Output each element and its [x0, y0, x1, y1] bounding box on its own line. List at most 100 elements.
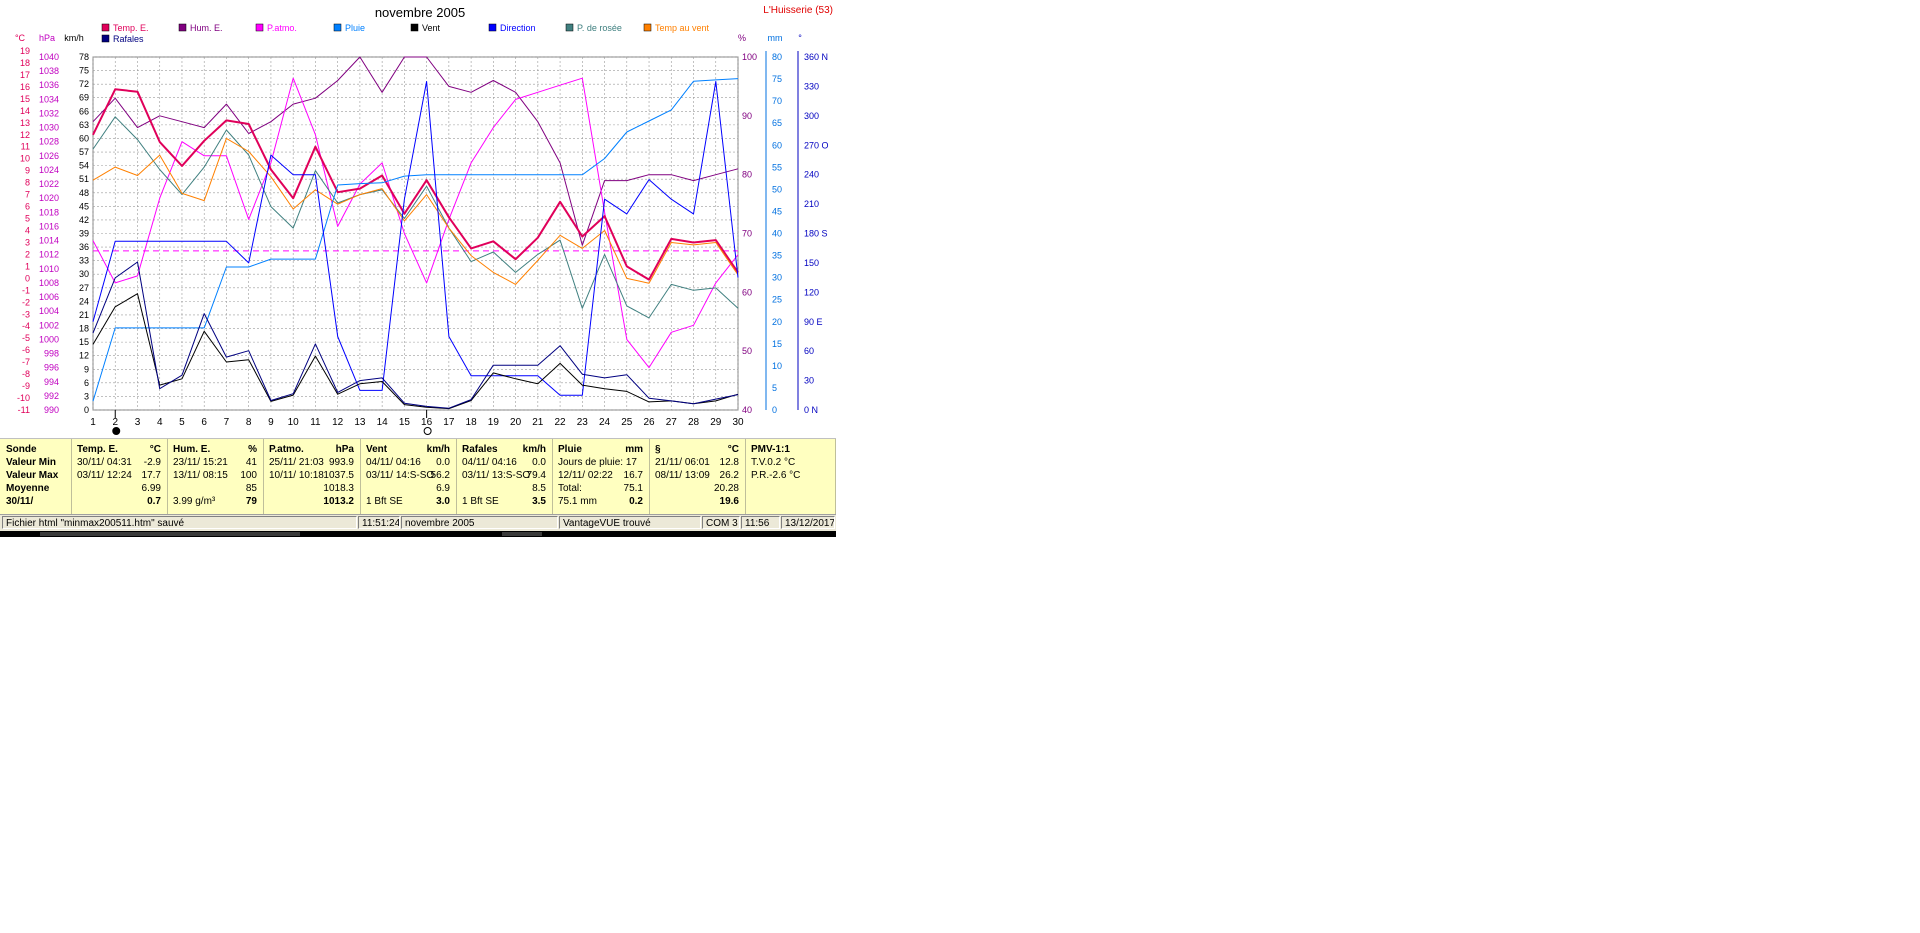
axis-tick-label: 9: [84, 364, 89, 374]
stats-row-labels: Sonde Valeur Min Valeur Max Moyenne 30/1…: [0, 439, 72, 514]
stats-column-title: §: [655, 444, 661, 455]
stats-cell-text: P.R.-2.6 °C: [751, 470, 801, 481]
legend-swatch: [488, 23, 497, 32]
stats-column-unit: °C: [727, 444, 739, 455]
axis-tick-label: 120: [804, 287, 819, 297]
axis-tick-label: 5: [25, 214, 30, 224]
x-tick-label: 20: [510, 417, 522, 428]
axis-tick-label: 1000: [39, 334, 59, 344]
axis-tick-label: 45: [79, 201, 89, 211]
axis-tick-label: 3: [84, 391, 89, 401]
taskbar-strip: [0, 531, 836, 537]
axis-tick-label: 51: [79, 174, 89, 184]
axis-tick-label: 70: [772, 96, 782, 106]
axis-tick-label: 42: [79, 215, 89, 225]
axis-tick-label: 10: [772, 361, 782, 371]
unit-label: %: [738, 33, 746, 43]
stats-column-unit: km/h: [522, 444, 546, 455]
axis-tick-label: 1024: [39, 165, 59, 175]
axis-tick-label: 12: [20, 130, 30, 140]
stats-cell-value: 3.0: [436, 496, 450, 507]
legend-swatch: [643, 23, 652, 32]
x-tick-label: 7: [224, 417, 230, 428]
status-device: VantageVUE trouvé: [559, 516, 701, 529]
axis-tick-label: 0: [84, 405, 89, 415]
x-tick-label: 28: [688, 417, 700, 428]
axis-tick-label: -10: [17, 393, 30, 403]
axis-tick-label: 4: [25, 226, 30, 236]
axis-tick-label: 30: [79, 269, 89, 279]
stats-cell-value: 19.6: [719, 496, 739, 507]
x-tick-label: 10: [288, 417, 300, 428]
axis-tick-label: 20: [772, 317, 782, 327]
axis-tick-label: 19: [20, 46, 30, 56]
stats-cell-text: 04/11/ 04:16: [366, 457, 421, 468]
axis-tick-label: 90: [742, 111, 752, 121]
axis-tick-label: 50: [772, 184, 782, 194]
monthly-weather-chart: novembre 2005 L'Huisserie (53) °C hPa km/h…: [0, 0, 836, 438]
axis-tick-label: -5: [22, 333, 30, 343]
stats-cell-value: 85: [245, 483, 257, 494]
stats-cell-text: Jours de pluie: 17: [558, 457, 637, 468]
stats-column-rafales: Rafales km/h 04/11/ 04:16 0.0 03/11/ 13:S-SO…: [457, 439, 553, 514]
axis-tick-label: 1022: [39, 179, 59, 189]
x-tick-label: 23: [577, 417, 589, 428]
legend-label: P. de rosée: [577, 23, 622, 33]
axis-tick-label: 1032: [39, 108, 59, 118]
axis-tick-label: -11: [18, 405, 30, 415]
axis-tick-label: 8: [25, 178, 30, 188]
axis-tick-label: 2: [25, 249, 30, 259]
legend-label: Vent: [422, 23, 441, 33]
stats-cell-value: 993.9: [328, 457, 354, 468]
x-tick-label: 2: [112, 417, 118, 428]
taskbar-segment: [502, 532, 542, 536]
stats-cell-value: 1037.5: [323, 470, 354, 481]
axis-tick-label: 66: [79, 106, 89, 116]
stats-column-unit: mm: [625, 444, 643, 455]
x-tick-label: 9: [268, 417, 274, 428]
axis-tick-label: 50: [742, 346, 752, 356]
stats-cell-text: 03/11/ 14:S-SO: [366, 470, 435, 481]
status-clock: 11:56: [741, 516, 780, 529]
axis-tick-label: 996: [44, 363, 59, 373]
stats-column-: § °C 21/11/ 06:01 12.8 08/11/ 13:09 26.2 20.28…: [650, 439, 746, 514]
axis-tick-label: 24: [79, 296, 89, 306]
stats-column-title: Rafales: [462, 444, 498, 455]
axis-tick-label: 100: [742, 52, 757, 62]
axis-tick-label: 17: [20, 70, 30, 80]
axis-tick-label: -3: [22, 309, 30, 319]
axis-tick-label: 6: [84, 378, 89, 388]
unit-label: °C: [15, 33, 26, 43]
axis-tick-label: -6: [22, 345, 30, 355]
stats-row-label: 30/11/: [6, 496, 34, 507]
axis-tick-label: -7: [22, 357, 30, 367]
stats-column-unit: km/h: [426, 444, 450, 455]
axis-tick-label: 11: [21, 142, 30, 152]
axis-tick-label: 0: [25, 273, 30, 283]
x-tick-label: 12: [332, 417, 344, 428]
taskbar-segment: [40, 532, 300, 536]
stats-cell-value: 79.4: [526, 470, 546, 481]
unit-label: mm: [768, 33, 783, 43]
statistics-panel: Sonde Valeur Min Valeur Max Moyenne 30/1…: [0, 438, 836, 514]
axis-tick-label: 3: [25, 237, 30, 247]
axis-tick-label: 13: [20, 118, 30, 128]
axis-tick-label: 15: [772, 339, 782, 349]
stats-cell-value: 75.1: [623, 483, 643, 494]
stats-cell-value: 17.7: [141, 470, 161, 481]
stats-cell-value: 0.0: [532, 457, 546, 468]
axis-tick-label: 69: [79, 93, 89, 103]
x-tick-label: 18: [466, 417, 478, 428]
stats-cell-value: 6.9: [436, 483, 450, 494]
status-bar: Fichier html "minmax200511.htm" sauvé 11…: [0, 514, 836, 531]
legend-swatch: [101, 34, 110, 43]
x-tick-label: 3: [135, 417, 141, 428]
axis-tick-label: 16: [20, 82, 30, 92]
axis-tick-label: 55: [772, 162, 782, 172]
axis-tick-label: 360 N: [804, 52, 828, 62]
stats-cell-value: 8.5: [532, 483, 546, 494]
x-tick-label: 15: [399, 417, 411, 428]
stats-cell-text: 25/11/ 21:03: [269, 457, 324, 468]
stats-cell-value: 100: [240, 470, 257, 481]
stats-cell-text: 75.1 mm: [558, 496, 597, 507]
